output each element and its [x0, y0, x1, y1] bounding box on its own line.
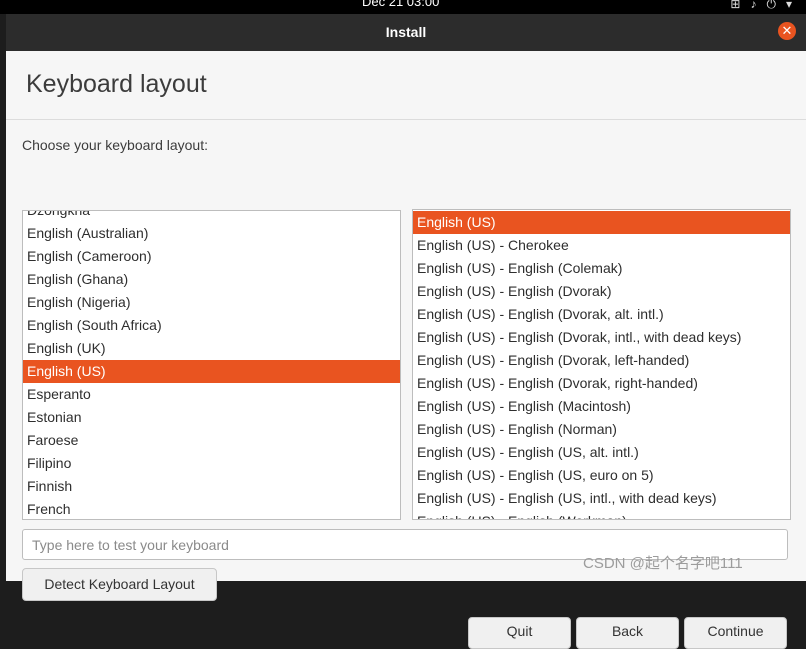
page-header: Keyboard layout	[6, 51, 806, 120]
variant-list-item[interactable]: English (US) - English (Dvorak, alt. int…	[413, 303, 790, 326]
quit-button[interactable]: Quit	[468, 617, 571, 649]
layout-list-item[interactable]: English (Nigeria)	[23, 291, 400, 314]
clock[interactable]: Dec 21 03:00	[362, 0, 439, 10]
variant-list-item[interactable]: English (US) - English (Dvorak, left-han…	[413, 349, 790, 372]
layout-list-item[interactable]: English (UK)	[23, 337, 400, 360]
layout-list-item[interactable]: French	[23, 498, 400, 519]
network-icon[interactable]: ⊞	[730, 0, 740, 11]
variant-list-item[interactable]: English (US) - English (US, alt. intl.)	[413, 441, 790, 464]
layout-list-item[interactable]: English (US)	[23, 360, 400, 383]
variant-list-item[interactable]: English (US) - English (US, intl., with …	[413, 487, 790, 510]
variant-list-item[interactable]: English (US) - English (Colemak)	[413, 257, 790, 280]
continue-button[interactable]: Continue	[684, 617, 787, 649]
installer-window: Keyboard layout Choose your keyboard lay…	[6, 51, 806, 649]
window-title: Install	[385, 24, 427, 40]
layout-list-item[interactable]: English (South Africa)	[23, 314, 400, 337]
variant-list-item[interactable]: English (US) - English (Dvorak, right-ha…	[413, 372, 790, 395]
layout-list[interactable]: Dzongkha English (Australian) English (Cam…	[22, 210, 401, 520]
detect-layout-button[interactable]: Detect Keyboard Layout	[22, 568, 217, 601]
variant-list-item[interactable]: English (US)	[413, 211, 790, 234]
variant-list[interactable]: English (US) English (US) - Cherokee Engli…	[412, 209, 791, 520]
layout-list-item[interactable]: Esperanto	[23, 383, 400, 406]
chevron-down-icon[interactable]: ▾	[786, 0, 792, 11]
layout-list-item[interactable]: Faroese	[23, 429, 400, 452]
variant-list-item[interactable]: English (US) - Cherokee	[413, 234, 790, 257]
layout-list-item[interactable]: Filipino	[23, 452, 400, 475]
variant-list-item[interactable]: English (US) - English (Norman)	[413, 418, 790, 441]
window-titlebar: Install ✕	[6, 14, 806, 51]
system-tray[interactable]: ⊞ ♪ ⏻ ▾	[730, 0, 792, 12]
volume-icon[interactable]: ♪	[750, 0, 756, 11]
page-content: Choose your keyboard layout: Dzongkha Eng…	[6, 120, 806, 649]
watermark: CSDN @起个名字吧111	[583, 555, 743, 572]
layout-list-item[interactable]: English (Ghana)	[23, 268, 400, 291]
layout-list-item[interactable]: English (Australian)	[23, 222, 400, 245]
close-icon[interactable]: ✕	[778, 22, 796, 40]
variant-list-items: English (US) English (US) - Cherokee Engli…	[413, 211, 790, 519]
power-icon[interactable]: ⏻	[766, 0, 776, 12]
layout-list-item[interactable]: English (Cameroon)	[23, 245, 400, 268]
variant-list-item[interactable]: English (US) - English (Dvorak, intl., w…	[413, 326, 790, 349]
layout-list-item[interactable]: Estonian	[23, 406, 400, 429]
layout-list-item[interactable]: Dzongkha	[23, 211, 400, 222]
layout-prompt: Choose your keyboard layout:	[22, 137, 208, 153]
page-title: Keyboard layout	[26, 70, 207, 98]
top-panel: Dec 21 03:00 ⊞ ♪ ⏻ ▾	[0, 0, 806, 14]
variant-list-item[interactable]: English (US) - English (US, euro on 5)	[413, 464, 790, 487]
variant-list-item[interactable]: English (US) - English (Workman)	[413, 510, 790, 519]
layout-list-items: Dzongkha English (Australian) English (Cam…	[23, 211, 400, 519]
layout-list-item[interactable]: Finnish	[23, 475, 400, 498]
variant-list-item[interactable]: English (US) - English (Dvorak)	[413, 280, 790, 303]
variant-list-item[interactable]: English (US) - English (Macintosh)	[413, 395, 790, 418]
back-button[interactable]: Back	[576, 617, 679, 649]
